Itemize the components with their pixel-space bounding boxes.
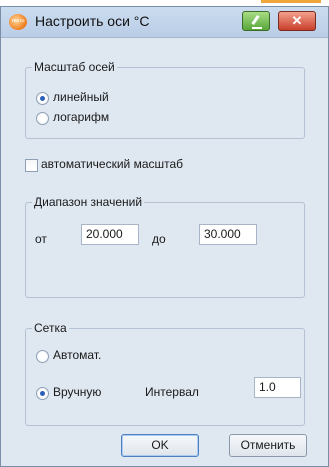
radio-grid-auto-label[interactable]: Автомат.	[53, 348, 101, 362]
range-to-input[interactable]: 30.000	[199, 224, 257, 245]
title-bar: TESTO Настроить оси °C ✕	[1, 7, 328, 38]
auto-scale-label[interactable]: автоматический масштаб	[41, 157, 183, 171]
interval-label: Интервал	[145, 385, 199, 399]
cancel-button[interactable]: Отменить	[229, 434, 307, 457]
range-group-legend: Диапазон значений	[32, 195, 145, 209]
interval-input[interactable]: 1.0	[254, 377, 301, 398]
scale-group-legend: Масштаб осей	[32, 60, 117, 74]
background-accent	[261, 0, 321, 3]
radio-logarithmic-label[interactable]: логарифм	[53, 110, 109, 124]
range-from-label: от	[35, 232, 47, 246]
auto-scale-checkbox[interactable]	[25, 159, 38, 172]
close-button[interactable]: ✕	[278, 11, 316, 31]
range-group: Диапазон значений	[25, 195, 305, 298]
window-title: Настроить оси °C	[35, 13, 150, 29]
radio-linear[interactable]	[36, 92, 49, 105]
radio-grid-auto[interactable]	[36, 350, 49, 363]
ok-button[interactable]: OK	[121, 434, 199, 457]
grid-group-legend: Сетка	[32, 321, 69, 335]
app-logo-text: TESTO	[11, 18, 25, 23]
radio-grid-manual-label[interactable]: Вручную	[53, 385, 101, 399]
edit-button[interactable]	[242, 11, 270, 31]
range-to-label: до	[152, 232, 166, 246]
radio-grid-manual[interactable]	[36, 387, 49, 400]
pencil-icon	[252, 15, 262, 29]
close-icon: ✕	[291, 13, 303, 28]
app-logo-icon: TESTO	[9, 14, 27, 30]
radio-linear-label[interactable]: линейный	[53, 90, 109, 104]
axis-settings-dialog: TESTO Настроить оси °C ✕ Масштаб осей ли…	[0, 6, 329, 467]
range-from-input[interactable]: 20.000	[81, 224, 139, 245]
radio-logarithmic[interactable]	[36, 112, 49, 125]
